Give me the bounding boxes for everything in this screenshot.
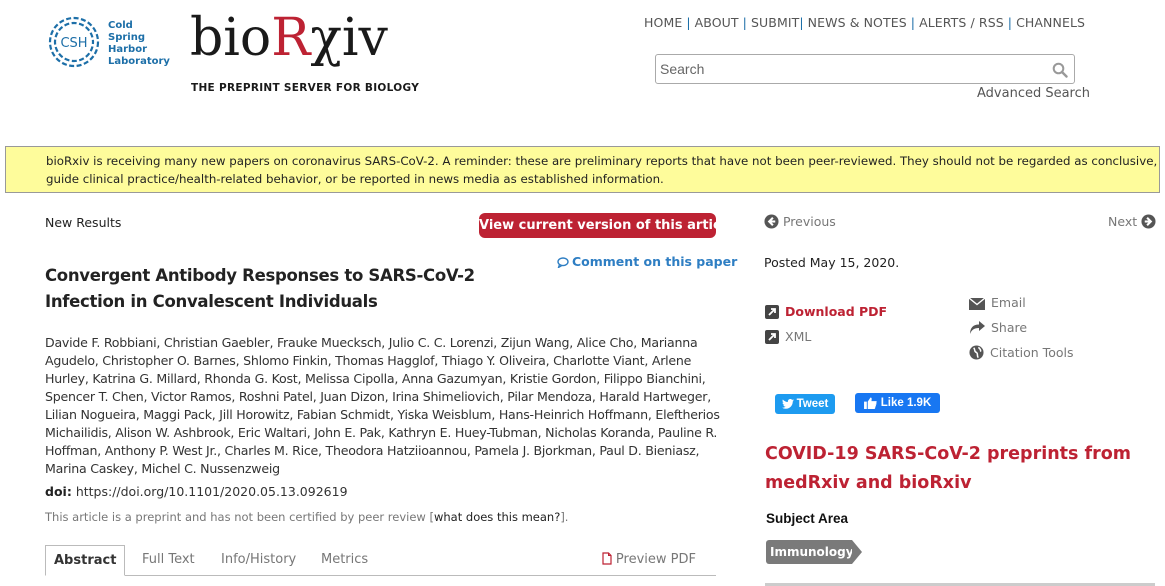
nav-separator: | xyxy=(742,15,747,30)
nav-submit[interactable]: SUBMIT xyxy=(751,15,799,30)
nav-about[interactable]: ABOUT xyxy=(695,15,739,30)
article-type-label: New Results xyxy=(45,215,122,230)
share-arrow-icon xyxy=(970,321,985,334)
csh-name-line: Harbor xyxy=(108,44,148,55)
top-nav: HOME | ABOUT | SUBMIT| NEWS & NOTES | ALERTS / … xyxy=(644,15,1085,30)
nav-separator: | xyxy=(910,15,916,30)
biorxiv-wordmark: bioRχiv xyxy=(190,8,388,68)
facebook-like-button[interactable]: Like 1.9K xyxy=(855,393,940,413)
csh-initials: CSH xyxy=(60,36,87,51)
twitter-bird-icon xyxy=(781,399,794,409)
csh-dna-ring-icon: CSH xyxy=(48,16,100,68)
wordmark-xiv: χiv xyxy=(310,8,388,68)
email-label: Email xyxy=(991,295,1026,310)
download-pdf-link[interactable]: Download PDF xyxy=(765,304,887,319)
comment-link[interactable]: Comment on this paper xyxy=(557,254,737,269)
nav-separator: | xyxy=(686,15,691,30)
download-pdf-label: Download PDF xyxy=(785,304,888,319)
like-count-label: Like 1.9K xyxy=(880,397,932,409)
csh-name: Cold Spring Harbor Laboratory xyxy=(108,20,170,68)
email-link[interactable]: Email xyxy=(968,295,1026,310)
comment-bubble-icon xyxy=(557,257,569,269)
advanced-search-link[interactable]: Advanced Search xyxy=(977,86,1090,101)
previous-article-link[interactable]: Previous xyxy=(764,214,836,229)
wordmark-r: R xyxy=(271,8,311,68)
envelope-icon xyxy=(968,297,986,310)
tab-metrics[interactable]: Metrics xyxy=(321,545,368,576)
xml-link[interactable]: XML xyxy=(765,329,811,344)
covid-preprints-link[interactable]: COVID-19 SARS-CoV-2 preprints from medRx… xyxy=(765,440,1145,498)
arrow-right-circle-icon xyxy=(1141,214,1156,229)
preview-pdf-link[interactable]: Preview PDF xyxy=(602,545,696,576)
tweet-label: Tweet xyxy=(796,398,829,410)
nav-separator: | xyxy=(1007,15,1013,30)
external-link-icon xyxy=(765,305,779,319)
search-box xyxy=(655,54,1075,84)
csh-logo[interactable]: CSH Cold Spring Harbor Laboratory xyxy=(46,14,170,70)
nav-alerts-rss[interactable]: ALERTS / RSS xyxy=(919,15,1004,30)
share-label: Share xyxy=(991,320,1028,335)
previous-label: Previous xyxy=(782,214,836,229)
tweet-button[interactable]: Tweet xyxy=(775,394,835,414)
covid-notice-banner: bioRxiv is receiving many new papers on … xyxy=(5,146,1160,193)
citation-tools-label: Citation Tools xyxy=(990,345,1074,360)
view-current-version-button[interactable]: View current version of this article xyxy=(479,213,734,238)
wordmark-bio: bio xyxy=(190,8,272,68)
nav-home[interactable]: HOME xyxy=(644,15,682,30)
doi-link[interactable]: https://doi.org/10.1101/2020.05.13.09261… xyxy=(76,484,348,499)
posted-date: Posted May 15, 2020. xyxy=(764,255,900,270)
search-input[interactable] xyxy=(660,58,1040,80)
article-title: Convergent Antibody Responses to SARS-Co… xyxy=(45,266,475,311)
xml-label: XML xyxy=(785,329,812,344)
nav-separator: | xyxy=(799,15,804,30)
tab-info-history[interactable]: Info/History xyxy=(221,545,296,576)
next-article-link[interactable]: Next xyxy=(1108,214,1156,229)
csh-name-line: Cold xyxy=(108,20,133,31)
preview-pdf-label: Preview PDF xyxy=(615,552,696,567)
preprint-note-text: This article is a preprint and has not b… xyxy=(45,510,434,524)
tab-full-text[interactable]: Full Text xyxy=(142,545,195,576)
arrow-left-circle-icon xyxy=(764,214,779,229)
doi-label: doi: xyxy=(45,484,72,499)
article-tabs: Abstract Full Text Info/History Metrics … xyxy=(45,545,716,576)
external-link-icon xyxy=(765,330,779,344)
nav-channels[interactable]: CHANNELS xyxy=(1016,15,1085,30)
biorxiv-logo[interactable]: bioRχiv THE PREPRINT SERVER FOR BIOLOGY xyxy=(190,8,419,94)
tab-abstract[interactable]: Abstract xyxy=(45,545,126,576)
next-label: Next xyxy=(1108,214,1138,229)
globe-icon xyxy=(969,345,984,360)
preprint-note-end: ]. xyxy=(560,510,569,524)
what-does-this-mean-link[interactable]: what does this mean? xyxy=(434,510,560,524)
search-icon[interactable] xyxy=(1052,62,1068,78)
preprint-note: This article is a preprint and has not b… xyxy=(45,510,568,524)
csh-name-line: Laboratory xyxy=(108,56,170,67)
nav-news-notes[interactable]: NEWS & NOTES xyxy=(808,15,907,30)
share-link[interactable]: Share xyxy=(969,320,1027,335)
comment-label: Comment on this paper xyxy=(572,254,738,269)
author-list: Davide F. Robbiani, Christian Gaebler, F… xyxy=(45,335,720,476)
biorxiv-tagline: THE PREPRINT SERVER FOR BIOLOGY xyxy=(191,82,420,94)
pdf-file-icon xyxy=(602,552,612,565)
subject-area-heading: Subject Area xyxy=(766,511,849,526)
doi: doi: https://doi.org/10.1101/2020.05.13.… xyxy=(45,484,348,499)
csh-name-line: Spring xyxy=(108,32,145,43)
thumbs-up-icon xyxy=(863,397,877,409)
citation-tools-link[interactable]: Citation Tools xyxy=(969,345,1073,360)
subject-tag-label: Immunology xyxy=(766,540,854,564)
tag-arrow-shape xyxy=(852,540,862,564)
